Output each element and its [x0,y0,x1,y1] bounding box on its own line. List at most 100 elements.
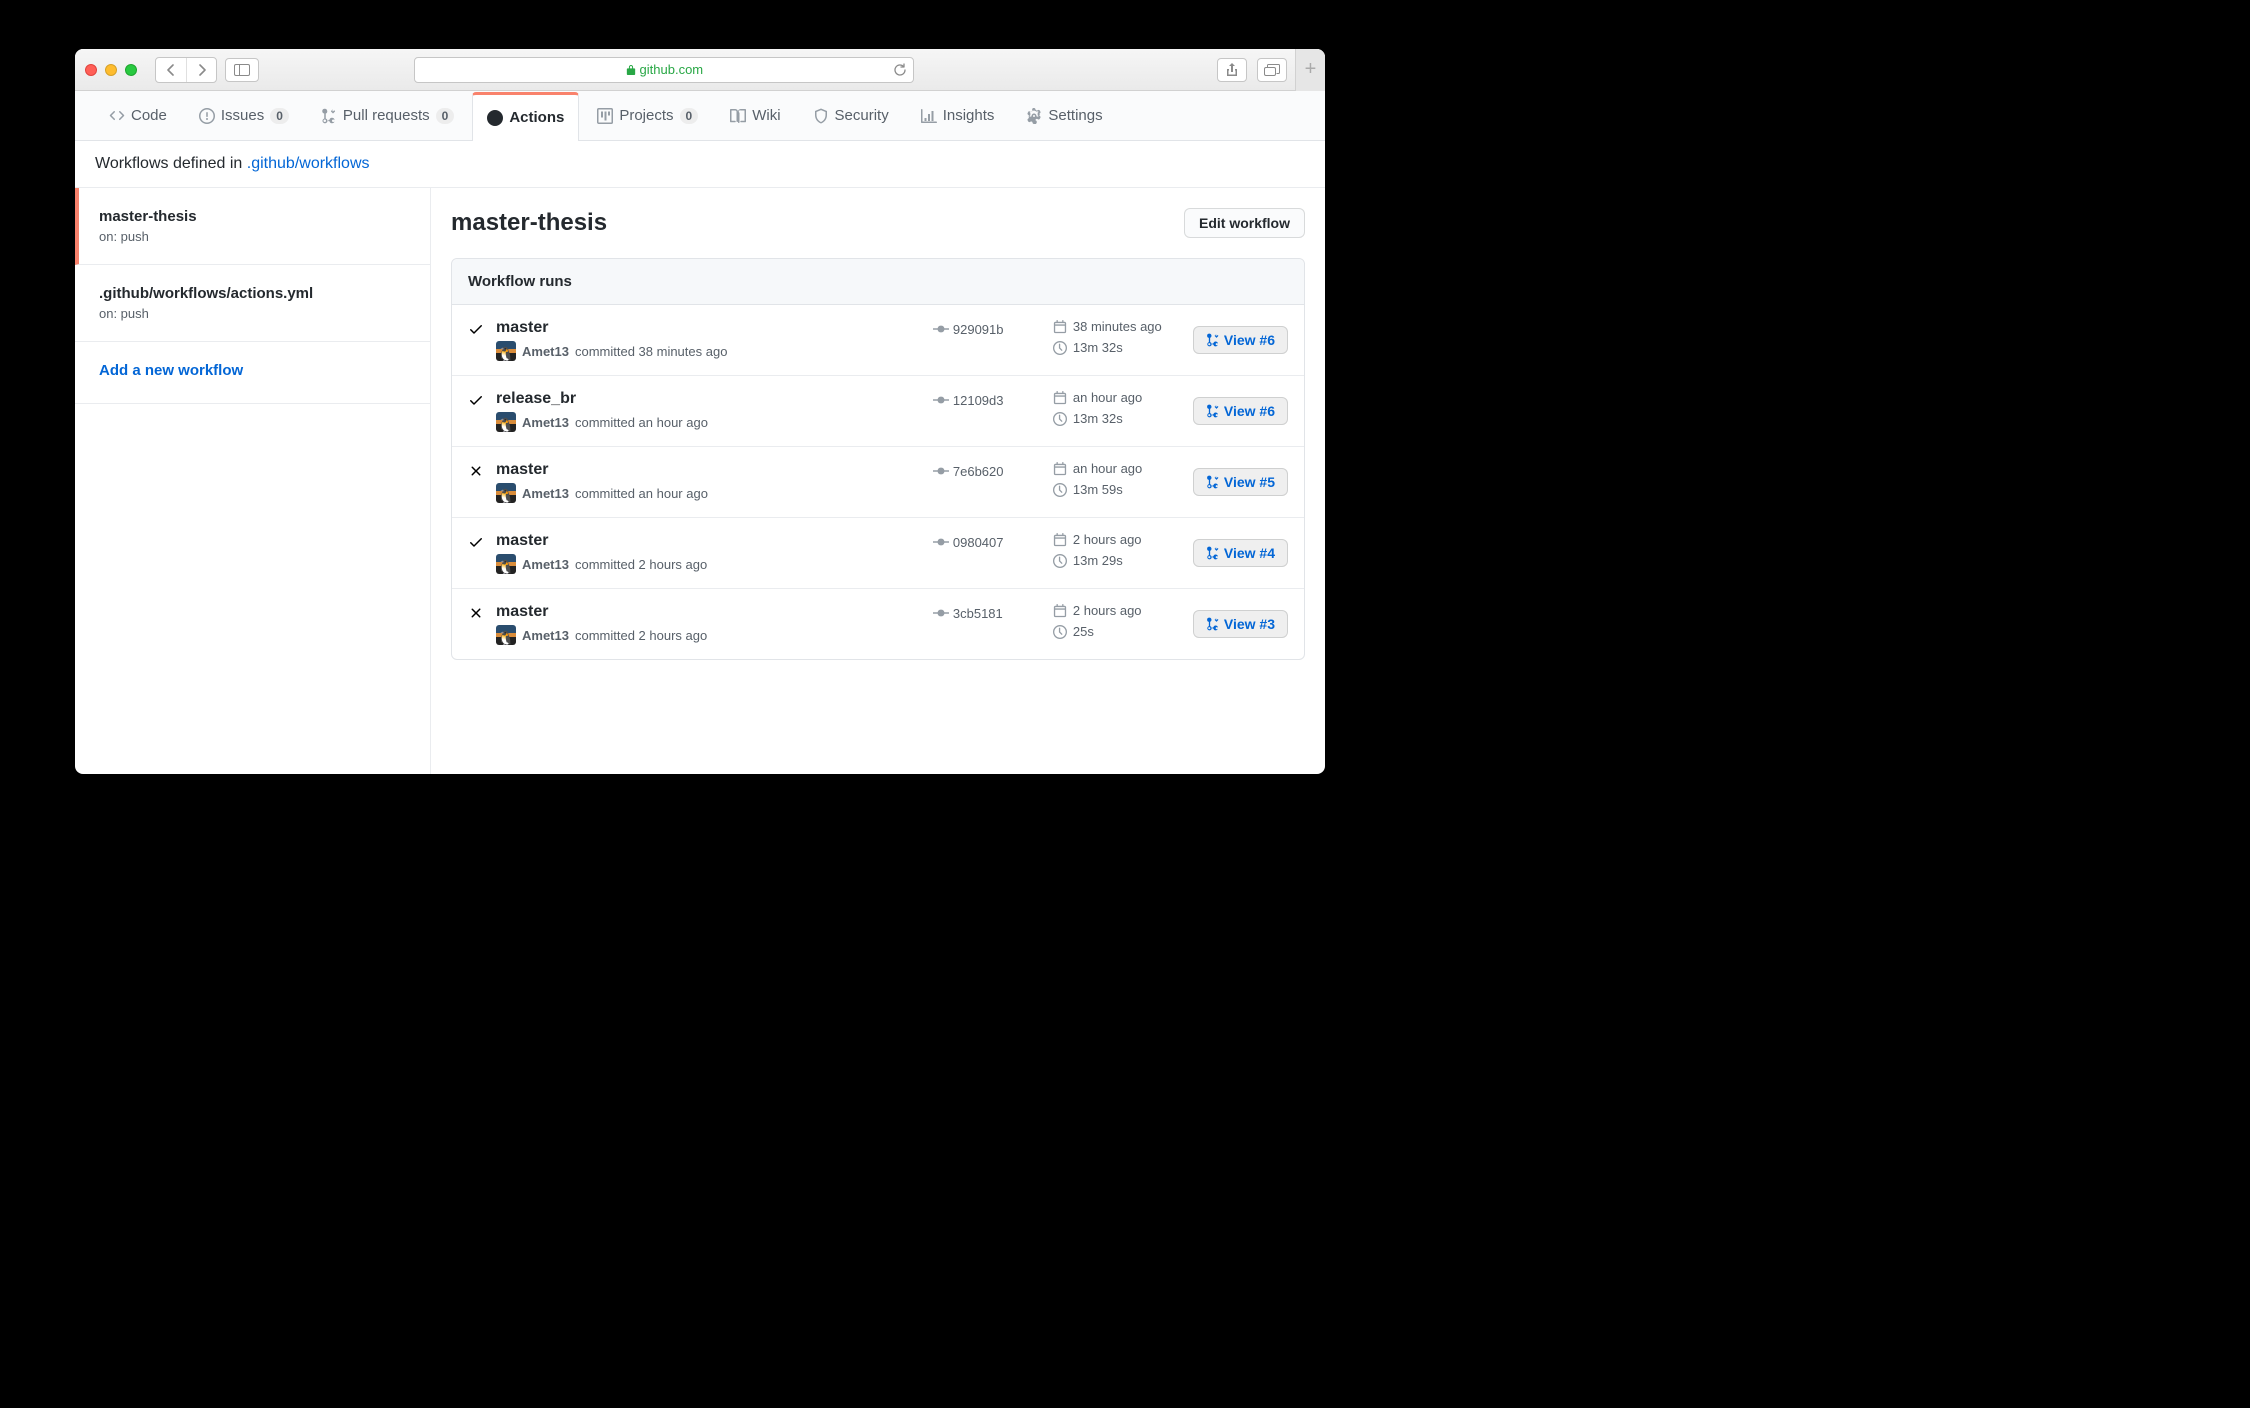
run-times: 2 hours ago13m 29s [1053,532,1183,568]
workflow-run-row[interactable]: master Amet13 committed 2 hours ago 3cb5181… [452,589,1304,659]
run-when: an hour ago [1073,390,1142,405]
run-commit-line: Amet13committed 2 hours ago [496,554,923,574]
avatar [496,341,516,361]
url-bar[interactable]: github.com [414,57,914,83]
run-when: an hour ago [1073,461,1142,476]
page-heading: master-thesis Edit workflow [451,208,1305,238]
run-author: Amet13 [522,415,569,430]
back-button[interactable] [156,58,186,82]
run-when: 2 hours ago [1073,532,1142,547]
tab-wiki[interactable]: Wiki [716,91,794,140]
view-run-label: View #4 [1224,545,1275,561]
view-run-button[interactable]: View #6 [1193,326,1288,354]
view-run-button[interactable]: View #3 [1193,610,1288,638]
tab-pulls-label: Pull requests [343,107,430,124]
workflow-trigger: on: push [99,229,406,244]
run-when: 2 hours ago [1073,603,1142,618]
pr-icon [1206,404,1220,418]
projects-count-badge: 0 [680,108,699,124]
run-sha: 3cb5181 [933,603,1043,621]
sidebar-item-add-workflow[interactable]: Add a new workflow [75,342,430,404]
view-run-button[interactable]: View #6 [1193,397,1288,425]
sidebar-item-actions-yml[interactable]: .github/workflows/actions.yml on: push [75,265,430,342]
run-branch: master [496,603,923,621]
run-sha: 929091b [933,319,1043,337]
pr-icon [1206,617,1220,631]
tab-settings-label: Settings [1048,107,1102,124]
run-info: release_br Amet13committed an hour ago [496,390,923,432]
titlebar: github.com + [75,49,1325,91]
workflow-run-row[interactable]: masterAmet13committed 38 minutes ago 9290… [452,305,1304,376]
url-domain: github.com [640,62,704,77]
forward-button[interactable] [186,58,216,82]
avatar [496,412,516,432]
tab-insights[interactable]: Insights [907,91,1009,140]
run-branch: release_br [496,390,923,408]
run-duration: 25s [1073,624,1094,639]
run-author: Amet13 [522,557,569,572]
nav-buttons [155,57,217,83]
view-run-button[interactable]: View #4 [1193,539,1288,567]
view-run-label: View #6 [1224,403,1275,419]
run-status [468,603,486,621]
add-workflow-label: Add a new workflow [99,362,406,379]
success-icon [468,321,484,337]
clock-icon [1053,341,1067,355]
tab-settings[interactable]: Settings [1012,91,1116,140]
right-toolbar [1217,58,1287,82]
run-committed: committed an hour ago [575,486,708,501]
tabs-button[interactable] [1257,58,1287,82]
workflow-run-row[interactable]: release_brAmet13committed an hour ago121… [452,376,1304,447]
share-button[interactable] [1217,58,1247,82]
pr-icon [1206,333,1220,347]
run-commit-line: Amet13committed an hour ago [496,483,923,503]
calendar-icon [1053,391,1067,405]
sidebar-item-master-thesis[interactable]: master-thesis on: push [75,188,430,265]
commit-icon [933,463,949,479]
tab-security[interactable]: Security [799,91,903,140]
workflow-runs-box: Workflow runs masterAmet13committed 38 m… [451,258,1305,660]
run-committed: committed 2 hours ago [575,628,707,643]
play-icon [487,110,503,126]
run-status [468,532,486,550]
shield-icon [813,108,829,124]
workflow-runs-header: Workflow runs [452,259,1304,305]
edit-workflow-button[interactable]: Edit workflow [1184,208,1305,238]
browser-window: github.com + Code Issues 0 Pull requests… [75,49,1325,774]
reload-icon[interactable] [893,63,907,77]
tab-projects[interactable]: Projects 0 [583,91,712,140]
run-when: 38 minutes ago [1073,319,1162,334]
window-close-button[interactable] [85,64,97,76]
workflow-run-row[interactable]: masterAmet13committed 2 hours ago0980407… [452,518,1304,589]
run-times: 38 minutes ago13m 32s [1053,319,1183,355]
run-info: masterAmet13committed 38 minutes ago [496,319,923,361]
workflow-run-row[interactable]: masterAmet13committed an hour ago7e6b620… [452,447,1304,518]
run-times: an hour ago13m 59s [1053,461,1183,497]
new-tab-button[interactable]: + [1295,49,1325,91]
sha-text: 0980407 [953,535,1004,550]
commit-icon [933,392,949,408]
run-status [468,319,486,337]
tab-code[interactable]: Code [95,91,181,140]
workflows-dir-link[interactable]: .github/workflows [247,155,370,172]
run-commit-line: Amet13committed an hour ago [496,412,923,432]
run-branch: master [496,461,923,479]
issues-count-badge: 0 [270,108,289,124]
window-minimize-button[interactable] [105,64,117,76]
view-run-label: View #3 [1224,616,1275,632]
pr-icon [1206,475,1220,489]
window-zoom-button[interactable] [125,64,137,76]
view-run-button[interactable]: View #5 [1193,468,1288,496]
tab-issues[interactable]: Issues 0 [185,91,303,140]
workflows-subhead: Workflows defined in .github/workflows [75,141,1325,188]
sidebar: master-thesis on: push .github/workflows… [75,188,431,774]
run-author: Amet13 [522,628,569,643]
tab-pulls[interactable]: Pull requests 0 [307,91,468,140]
clock-icon [1053,412,1067,426]
tab-code-label: Code [131,107,167,124]
graph-icon [921,108,937,124]
workflow-name: master-thesis [99,208,406,225]
page-title: master-thesis [451,209,607,237]
tab-actions[interactable]: Actions [472,92,579,141]
sidebar-button[interactable] [225,58,259,82]
